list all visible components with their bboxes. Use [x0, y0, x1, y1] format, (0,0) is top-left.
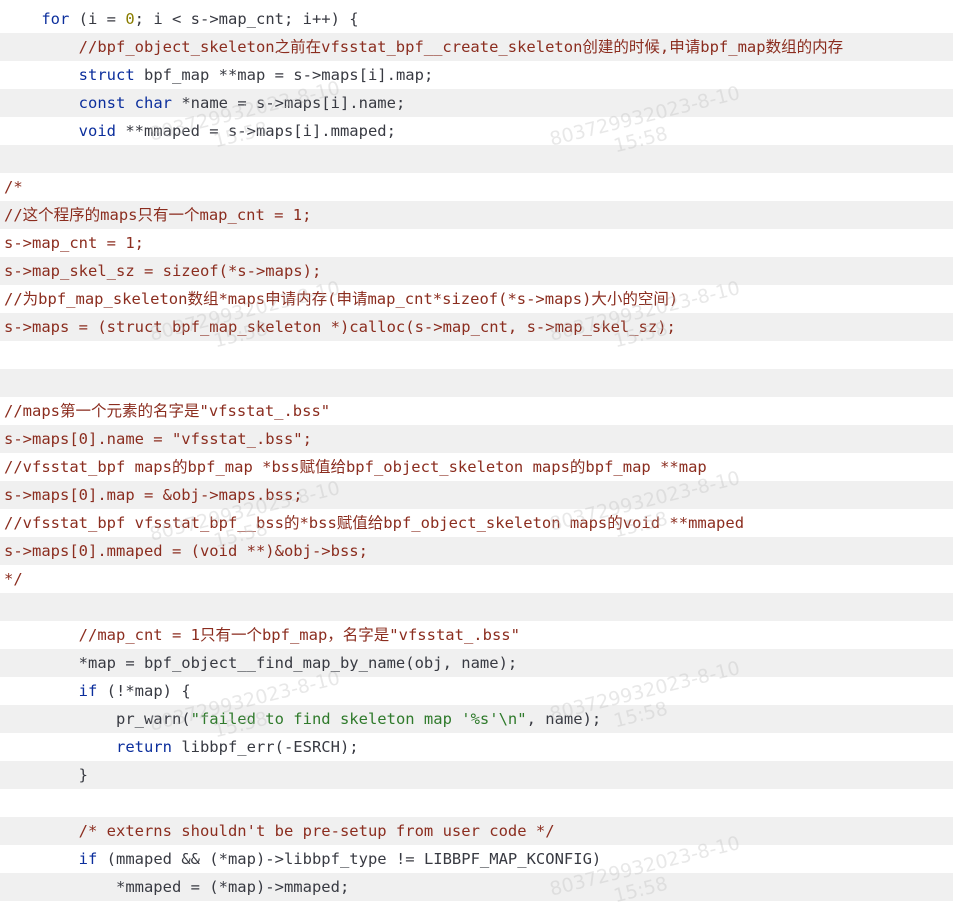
code-token: s->map_skel_sz = sizeof(*s->maps);: [4, 262, 322, 280]
code-token: s->map_cnt = 1;: [4, 234, 144, 252]
code-token: bpf_map **map = s->maps[i].map;: [134, 66, 434, 84]
code-line: s->maps = (struct bpf_map_skeleton *)cal…: [0, 313, 953, 341]
code-line: s->map_cnt = 1;: [0, 229, 953, 257]
code-line: //vfsstat_bpf maps的bpf_map *bss赋值给bpf_ob…: [0, 453, 953, 481]
code-token: //map_cnt = 1只有一个bpf_map，名字是"vfsstat_.bs…: [78, 626, 520, 644]
code-line: //map_cnt = 1只有一个bpf_map，名字是"vfsstat_.bs…: [0, 621, 953, 649]
code-line: s->maps[0].map = &obj->maps.bss;: [0, 481, 953, 509]
code-token: //maps第一个元素的名字是"vfsstat_.bss": [4, 402, 331, 420]
code-token: 0: [125, 10, 135, 28]
code-line: //bpf_object_skeleton之前在vfsstat_bpf__cre…: [0, 33, 953, 61]
code-line: const char *name = s->maps[i].name;: [0, 89, 953, 117]
code-token: void: [78, 122, 116, 140]
code-line: struct bpf_map **map = s->maps[i].map;: [0, 61, 953, 89]
code-line: [0, 593, 953, 621]
code-token: const: [78, 94, 126, 112]
code-token: s->maps[0].map = &obj->maps.bss;: [4, 486, 303, 504]
code-line: /* externs shouldn't be pre-setup from u…: [0, 817, 953, 845]
code-line: *map = bpf_object__find_map_by_name(obj,…: [0, 649, 953, 677]
code-token: s->maps = (struct bpf_map_skeleton *)cal…: [4, 318, 676, 336]
code-line: if (!*map) {: [0, 677, 953, 705]
code-line: [0, 145, 953, 173]
code-token: //vfsstat_bpf vfsstat_bpf__bss的*bss赋值给bp…: [4, 514, 745, 532]
code-line: if (mmaped && (*map)->libbpf_type != LIB…: [0, 845, 953, 873]
code-token: (mmaped && (*map)->libbpf_type != LIBBPF…: [97, 850, 602, 868]
code-line: [0, 789, 953, 817]
code-line: s->map_skel_sz = sizeof(*s->maps);: [0, 257, 953, 285]
code-token: "failed to find skeleton map '%s'\n": [190, 710, 527, 728]
code-line: //这个程序的maps只有一个map_cnt = 1;: [0, 201, 953, 229]
code-token: //bpf_object_skeleton之前在vfsstat_bpf__cre…: [78, 38, 844, 56]
code-line: pr_warn("failed to find skeleton map '%s…: [0, 705, 953, 733]
code-token: *mmaped = (*map)->mmaped;: [4, 878, 350, 896]
code-token: (!*map) {: [97, 682, 191, 700]
code-token: if: [78, 682, 98, 700]
code-token: char: [134, 94, 172, 112]
code-line: *mmaped = (*map)->mmaped;: [0, 873, 953, 901]
code-token: , name);: [526, 710, 602, 728]
code-line: [0, 369, 953, 397]
code-token: pr_warn(: [4, 710, 191, 728]
code-token: //vfsstat_bpf maps的bpf_map *bss赋值给bpf_ob…: [4, 458, 707, 476]
code-token: struct: [78, 66, 135, 84]
code-line: /*: [0, 173, 953, 201]
code-line: return libbpf_err(-ESRCH);: [0, 733, 953, 761]
code-token: (i =: [69, 10, 126, 28]
code-token: for: [41, 10, 70, 28]
code-token: /*: [4, 178, 23, 196]
code-token: *name = s->maps[i].name;: [172, 94, 406, 112]
code-token: }: [4, 766, 88, 784]
code-token: //这个程序的maps只有一个map_cnt = 1;: [4, 206, 312, 224]
code-line: //为bpf_map_skeleton数组*maps申请内存(申请map_cnt…: [0, 285, 953, 313]
code-line: [0, 341, 953, 369]
code-token: s->maps[0].mmaped = (void **)&obj->bss;: [4, 542, 368, 560]
code-token: **mmaped = s->maps[i].mmaped;: [115, 122, 396, 140]
code-line: s->maps[0].name = "vfsstat_.bss";: [0, 425, 953, 453]
code-line: void **mmaped = s->maps[i].mmaped;: [0, 117, 953, 145]
code-line: s->maps[0].mmaped = (void **)&obj->bss;: [0, 537, 953, 565]
code-token: /* externs shouldn't be pre-setup from u…: [78, 822, 555, 840]
code-token: //为bpf_map_skeleton数组*maps申请内存(申请map_cnt…: [4, 290, 679, 308]
code-block: for (i = 0; i < s->map_cnt; i++) { //bpf…: [0, 5, 953, 901]
code-line: for (i = 0; i < s->map_cnt; i++) {: [0, 5, 953, 33]
code-token: */: [4, 570, 23, 588]
code-token: s->maps[0].name = "vfsstat_.bss";: [4, 430, 312, 448]
code-line: //vfsstat_bpf vfsstat_bpf__bss的*bss赋值给bp…: [0, 509, 953, 537]
code-token: if: [78, 850, 98, 868]
code-line: */: [0, 565, 953, 593]
code-token: *map = bpf_object__find_map_by_name(obj,…: [4, 654, 518, 672]
code-line: //maps第一个元素的名字是"vfsstat_.bss": [0, 397, 953, 425]
code-line: }: [0, 761, 953, 789]
code-token: libbpf_err(-ESRCH);: [171, 738, 359, 756]
code-token: ; i < s->map_cnt; i++) {: [134, 10, 359, 28]
code-token: return: [115, 738, 172, 756]
